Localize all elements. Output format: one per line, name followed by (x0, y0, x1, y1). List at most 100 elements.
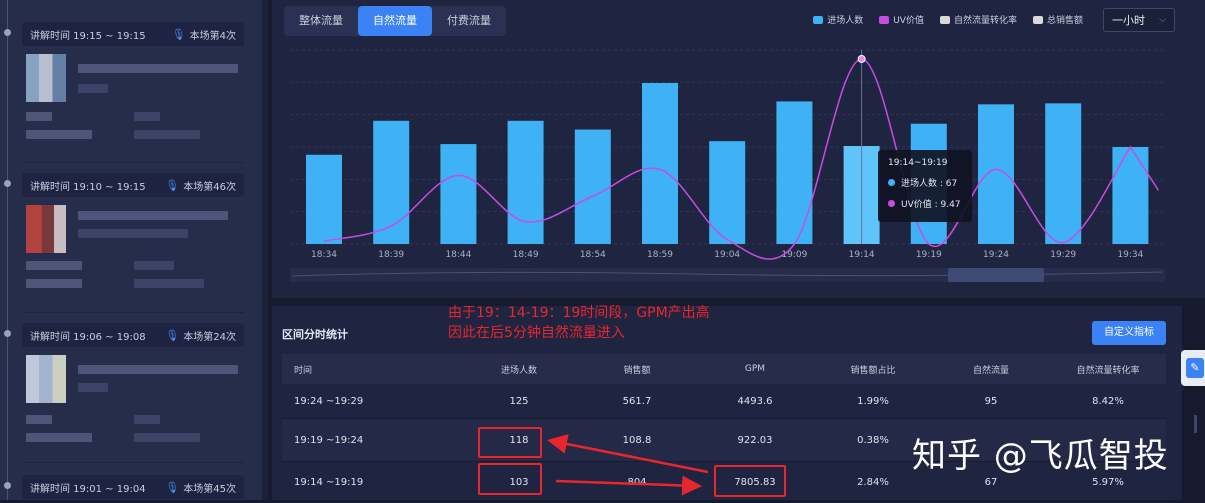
explanation-segment[interactable]: 讲解时间 19:10 ~ 19:15 🎙 本场第46次 (4, 173, 244, 288)
tooltip-dot (888, 200, 895, 207)
x-tick-label: 19:09 (781, 250, 807, 260)
custom-metrics-button[interactable]: 自定义指标 (1092, 321, 1166, 345)
uv-value-point[interactable] (1062, 242, 1064, 244)
highlight-box (714, 465, 786, 497)
blurred-text (26, 433, 92, 442)
zoom-slider-handle[interactable] (948, 268, 1044, 282)
floating-edit-tab[interactable]: ✎ (1181, 350, 1205, 386)
table-cell: 4493.6 (737, 395, 773, 407)
uv-value-point[interactable] (1129, 146, 1131, 148)
uv-value-point[interactable] (857, 54, 866, 63)
table-cell: 1.99% (857, 395, 889, 407)
x-tick-label: 18:44 (445, 250, 471, 260)
table-cell: 19:14 ~19:19 (294, 476, 364, 488)
table-cell: 8.42% (1092, 395, 1124, 407)
explanation-segment[interactable]: 讲解时间 19:15 ~ 19:15 🎙 本场第4次 (4, 22, 244, 139)
table-cell: 108.8 (622, 434, 652, 446)
blurred-text (134, 130, 200, 139)
x-tick-label: 18:54 (580, 250, 606, 260)
column-header[interactable]: 自然流量 (932, 363, 1050, 376)
microphone-icon: 🎙 (171, 27, 186, 41)
visitors-bar[interactable] (1112, 147, 1149, 244)
product-thumbnail[interactable] (26, 205, 66, 253)
uv-value-point[interactable] (390, 225, 392, 227)
x-tick-label: 19:34 (1117, 250, 1143, 260)
blurred-text (134, 279, 204, 288)
chart-tooltip: 19:14~19:19 进场人数 : 67 UV价值 : 9.47 (878, 150, 972, 222)
visitors-bar[interactable] (440, 144, 477, 244)
microphone-icon: 🎙 (165, 480, 180, 494)
uv-value-point[interactable] (457, 174, 459, 176)
uv-value-point[interactable] (726, 239, 728, 241)
segment-count: 本场第46次 (183, 181, 236, 193)
x-tick-label: 19:19 (916, 250, 942, 260)
timeline-dot (4, 482, 11, 489)
table-cell: 804 (627, 476, 647, 488)
x-tick-label: 19:14 (849, 250, 875, 260)
segment-header: 讲解时间 19:15 ~ 19:15 🎙 本场第4次 (22, 22, 244, 46)
segment-time: 讲解时间 19:01 ~ 19:04 (30, 483, 146, 495)
timeline-dot (4, 29, 11, 36)
product-thumbnail[interactable] (26, 54, 66, 102)
table-cell: 19:24 ~19:29 (294, 395, 364, 407)
table-cell: 5.97% (1092, 476, 1124, 488)
table-cell: 95 (984, 395, 998, 407)
blurred-text (134, 261, 174, 270)
page-scrollbar[interactable] (1194, 415, 1197, 433)
uv-value-point[interactable] (525, 221, 527, 223)
timeline-dot (4, 330, 11, 337)
x-tick-label: 19:04 (714, 250, 740, 260)
column-header[interactable]: 进场人数 (460, 363, 578, 376)
table-cell: 19:19 ~19:24 (294, 434, 364, 446)
blurred-text (134, 415, 160, 424)
column-header[interactable]: GPM (696, 364, 814, 374)
traffic-chart-panel: 整体流量 自然流量 付费流量 进场人数 UV价值 自然流量转化率 总销售额 一小… (272, 0, 1205, 298)
x-tick-label: 19:24 (983, 250, 1009, 260)
blurred-text (134, 433, 200, 442)
visitors-bar[interactable] (1045, 103, 1082, 244)
column-header[interactable]: 销售额 (578, 363, 696, 376)
table-cell: 67 (984, 476, 998, 488)
segment-time: 讲解时间 19:15 ~ 19:15 (30, 30, 146, 42)
table-cell: 561.7 (622, 395, 652, 407)
visitors-bar[interactable] (306, 154, 342, 244)
visitors-bar[interactable] (642, 82, 678, 244)
visitors-bar[interactable] (574, 129, 611, 244)
tooltip-title: 19:14~19:19 (888, 158, 948, 168)
highlight-box (478, 463, 542, 495)
sidebar-scrollbar[interactable] (262, 0, 268, 500)
blurred-text (26, 261, 82, 270)
table-row[interactable]: 19:24 ~19:29 125 561.7 4493.6 1.99% 95 8… (282, 384, 1166, 419)
explanation-segment[interactable]: 讲解时间 19:01 ~ 19:04 🎙 本场第45次 (4, 475, 244, 499)
uv-value-point[interactable] (793, 243, 795, 245)
uv-value-point[interactable] (928, 243, 930, 245)
blurred-text (78, 64, 238, 73)
uv-value-point[interactable] (592, 195, 594, 197)
divider (22, 462, 244, 463)
watermark: 知乎 @飞瓜智投 (912, 436, 1169, 476)
timeline-dot (4, 180, 11, 187)
product-thumbnail[interactable] (26, 355, 66, 403)
tooltip-dot (888, 179, 895, 186)
segment-time: 讲解时间 19:06 ~ 19:08 (30, 331, 146, 343)
traffic-chart: 18:34 18:39 18:44 18:49 18:54 18:59 19:04 19:09… (290, 49, 1165, 282)
visitors-bar[interactable] (507, 120, 544, 244)
uv-value-point[interactable] (323, 240, 325, 242)
visitors-bar[interactable] (978, 104, 1014, 244)
blurred-text (78, 84, 108, 93)
annotation-line-2: 因此在后5分钟自然流量进入 (448, 325, 625, 341)
tooltip-visitors: 进场人数 : 67 (901, 179, 958, 189)
explanation-segment[interactable]: 讲解时间 19:06 ~ 19:08 🎙 本场第24次 (4, 323, 244, 442)
column-header[interactable]: 时间 (282, 363, 460, 376)
divider (22, 162, 244, 163)
blurred-text (26, 415, 52, 424)
timeline-line (7, 0, 8, 500)
column-header[interactable]: 自然流量转化率 (1050, 363, 1166, 376)
blurred-text (26, 130, 92, 139)
uv-value-point[interactable] (995, 168, 997, 170)
x-tick-label: 18:34 (311, 250, 337, 260)
uv-value-point[interactable] (659, 168, 661, 170)
column-header[interactable]: 销售额占比 (814, 363, 932, 376)
x-tick-label: 18:59 (647, 250, 673, 260)
visitors-bar[interactable] (776, 101, 813, 244)
